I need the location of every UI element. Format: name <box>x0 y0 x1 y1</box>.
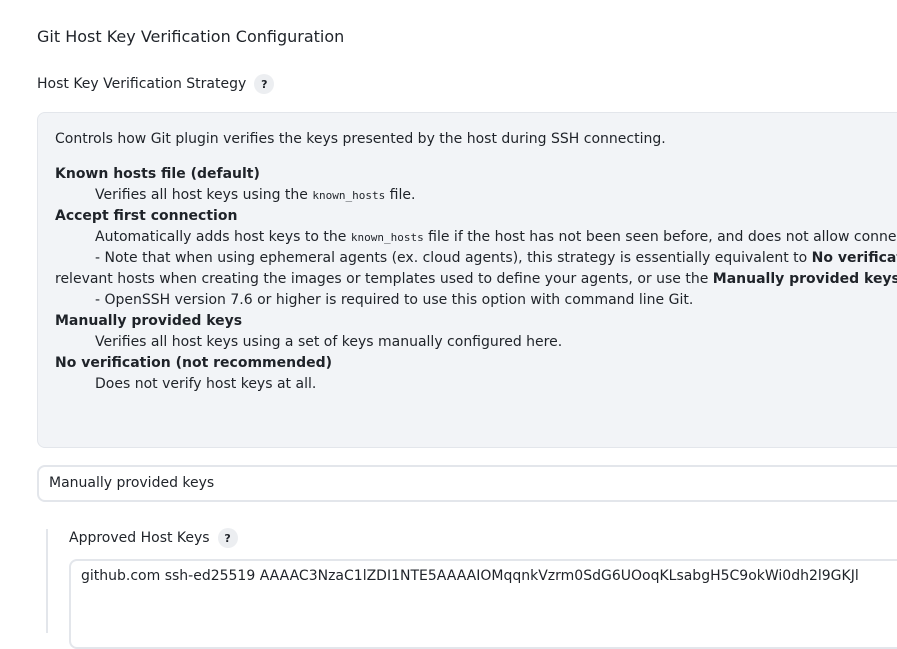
strategy-field: Host Key Verification Strategy ? <box>37 74 275 94</box>
accept-first-desc-2: - Note that when using ephemeral agents … <box>95 250 897 266</box>
strategy-help-icon[interactable]: ? <box>254 74 275 94</box>
approved-keys-textarea[interactable]: github.com ssh-ed25519 AAAAC3NzaC1lZDI1N… <box>69 559 897 649</box>
manual-term: Manually provided keys <box>55 313 243 329</box>
approved-keys-field: Approved Host Keys ? <box>69 528 238 548</box>
strategy-help-panel: Controls how Git plugin verifies the key… <box>37 112 897 448</box>
manual-desc: Verifies all host keys using a set of ke… <box>95 334 563 350</box>
approved-keys-help-icon[interactable]: ? <box>217 528 238 548</box>
accept-first-desc-3: relevant hosts when creating the images … <box>55 271 897 287</box>
section-title: Git Host Key Verification Configuration <box>37 27 345 46</box>
known-hosts-term: Known hosts file (default) <box>55 166 260 182</box>
approved-keys-label: Approved Host Keys <box>69 530 210 546</box>
help-intro: Controls how Git plugin verifies the key… <box>55 131 666 147</box>
nested-section-divider <box>46 529 48 633</box>
no-verification-desc: Does not verify host keys at all. <box>95 376 317 392</box>
known-hosts-code: known_hosts <box>350 231 424 244</box>
known-hosts-code: known_hosts <box>312 189 386 202</box>
accept-first-desc-1: Automatically adds host keys to the know… <box>95 229 897 245</box>
accept-first-term: Accept first connection <box>55 208 238 224</box>
accept-first-desc-4: - OpenSSH version 7.6 or higher is requi… <box>95 292 694 308</box>
no-verification-term: No verification (not recommended) <box>55 355 333 371</box>
strategy-select[interactable]: Manually provided keys <box>37 465 897 502</box>
known-hosts-desc: Verifies all host keys using the known_h… <box>95 187 416 203</box>
strategy-label: Host Key Verification Strategy <box>37 76 247 92</box>
